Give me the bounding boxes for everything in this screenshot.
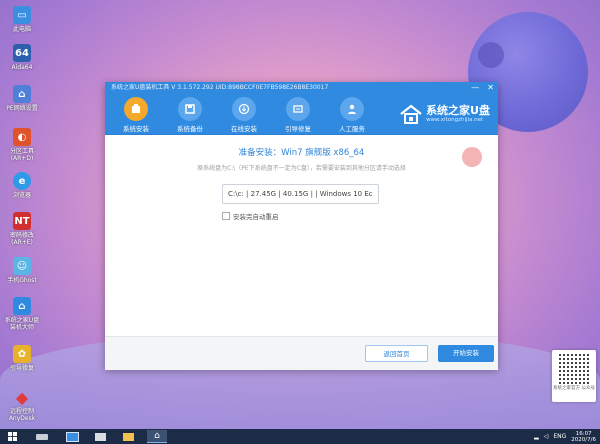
desktop-icon-computer[interactable]: ▭ 此电脑 xyxy=(2,6,42,33)
system-tray: ▂ ◁ ENG 16:07 2020/7/6 xyxy=(534,429,596,444)
desktop-icon-ghost[interactable]: ☺ 手机Ghost xyxy=(2,257,42,284)
desktop-icon-label: PE网络设置 xyxy=(6,105,38,112)
desktop-icon-label: 浏览器 xyxy=(12,192,31,199)
tab-label: 在线安装 xyxy=(231,125,257,133)
window-footer: 返回首页 开始安装 xyxy=(105,336,498,370)
browser-icon: e xyxy=(13,172,31,190)
auto-restart-checkbox[interactable]: 安装完自动重启 xyxy=(222,211,279,221)
backup-icon xyxy=(178,97,202,121)
checkbox-box[interactable] xyxy=(222,212,230,220)
window-title: 系统之家U盘装机工具 V 3.1.572.292 UID:898BCCF0E7F… xyxy=(111,84,329,91)
installer-icon: ⌂ xyxy=(13,297,31,315)
online-install-icon xyxy=(232,97,256,121)
taskbar: ⌂ ▂ ◁ ENG 16:07 2020/7/6 xyxy=(0,429,600,444)
desktop-icon-label: 引导修复 xyxy=(9,365,34,372)
desktop-icon-anydesk[interactable]: ◆ 远程控制 AnyDesk xyxy=(2,387,42,423)
drive-icon xyxy=(36,433,48,440)
boot-repair-icon: ✿ xyxy=(13,345,31,363)
minimize-button[interactable]: — xyxy=(471,82,479,94)
aida64-icon: 64 xyxy=(13,44,31,62)
install-heading: 准备安装：Win7 旗舰版 x86_64 xyxy=(238,148,365,158)
computer-icon xyxy=(65,431,79,442)
tab-label: 系统备份 xyxy=(177,125,203,133)
install-hint: 原系统盘为C:\（PE下系统盘不一定为C盘），若需要安装到其他分区请手动选择 xyxy=(197,165,406,172)
taskbar-tools-button[interactable] xyxy=(90,430,110,443)
ime-indicator[interactable]: ENG xyxy=(553,433,566,440)
anydesk-icon: ◆ xyxy=(15,387,29,407)
desktop-icon-installer[interactable]: ⌂ 系统之家U盘 装机大师 xyxy=(2,297,42,331)
close-button[interactable]: ✕ xyxy=(487,82,494,94)
qr-label: 系统之家官方 公众号 xyxy=(553,386,595,391)
tab-system-backup[interactable]: 系统备份 xyxy=(167,97,213,133)
clock-date: 2020/7/6 xyxy=(571,436,596,443)
window-titlebar[interactable]: 系统之家U盘装机工具 V 3.1.572.292 UID:898BCCF0E7F… xyxy=(105,82,498,94)
partition-select-value: C:\c: | 27.45G | 40.15G | | Windows 10 E… xyxy=(228,190,373,198)
tab-label: 引导修复 xyxy=(285,125,311,133)
main-toolbar: 系统安装 系统备份 在线安装 引导修复 人工服务 系统之家U盘 www.xito… xyxy=(105,94,498,135)
desktop-icon-label: 此电脑 xyxy=(12,26,31,33)
repair-icon xyxy=(286,97,310,121)
install-panel: 准备安装：Win7 旗舰版 x86_64 原系统盘为C:\（PE下系统盘不一定为… xyxy=(105,135,498,336)
taskbar-computer-button[interactable] xyxy=(62,430,82,443)
network-icon[interactable]: ▂ xyxy=(534,433,539,440)
installer-icon: ⌂ xyxy=(154,431,160,441)
qr-code-card: 系统之家官方 公众号 xyxy=(552,350,596,402)
desktop-icon-label: 远程控制 AnyDesk xyxy=(8,408,36,422)
tab-label: 系统安装 xyxy=(123,125,149,133)
desktop-icon-label: 手机Ghost xyxy=(7,277,37,284)
desktop-icon-aida64[interactable]: 64 Aida64 xyxy=(2,44,42,71)
desktop-icon-network[interactable]: ⌂ PE网络设置 xyxy=(2,85,42,112)
cursor-highlight xyxy=(462,147,482,167)
back-home-button[interactable]: 返回首页 xyxy=(365,345,428,362)
partition-select[interactable]: C:\c: | 27.45G | 40.15G | | Windows 10 E… xyxy=(222,184,379,204)
taskbar-installer-button[interactable]: ⌂ xyxy=(147,430,167,443)
desktop-icon-label: 分区工具 (AR+D) xyxy=(9,148,34,162)
partition-tool-icon: ◐ xyxy=(13,128,31,146)
start-button[interactable] xyxy=(2,430,22,443)
installer-window: 系统之家U盘装机工具 V 3.1.572.292 UID:898BCCF0E7F… xyxy=(105,82,498,370)
speaker-icon[interactable]: ◁ xyxy=(544,433,549,440)
tab-boot-repair[interactable]: 引导修复 xyxy=(275,97,321,133)
tools-icon xyxy=(94,432,106,441)
tab-manual-support[interactable]: 人工服务 xyxy=(329,97,375,133)
tab-online-install[interactable]: 在线安装 xyxy=(221,97,267,133)
computer-icon: ▭ xyxy=(13,6,31,24)
password-tool-icon: NT xyxy=(13,212,31,230)
network-settings-icon: ⌂ xyxy=(13,85,31,103)
desktop-icon-label: Aida64 xyxy=(11,64,33,71)
qr-code-icon xyxy=(559,354,589,384)
brand-logo: 系统之家U盘 www.xitongzhijia.net xyxy=(399,99,490,129)
clock[interactable]: 16:07 2020/7/6 xyxy=(571,431,596,443)
taskbar-drive-button[interactable] xyxy=(32,430,52,443)
desktop-icon-browser[interactable]: e 浏览器 xyxy=(2,172,42,199)
house-logo-icon xyxy=(400,104,422,124)
windows-logo-icon xyxy=(7,432,17,441)
desktop-icon-label: 密码修改 (AR+E) xyxy=(9,232,34,246)
brand-url: www.xitongzhijia.net xyxy=(426,117,484,123)
desktop-icon-password[interactable]: NT 密码修改 (AR+E) xyxy=(2,212,42,246)
brand-name: 系统之家U盘 xyxy=(426,104,490,117)
support-icon xyxy=(340,97,364,121)
ghost-icon: ☺ xyxy=(13,257,31,275)
chevron-down-icon: ⌄ xyxy=(367,190,373,198)
desktop-icon-label: 系统之家U盘 装机大师 xyxy=(4,317,40,331)
taskbar-folder-button[interactable] xyxy=(118,430,138,443)
start-install-button[interactable]: 开始安装 xyxy=(438,345,494,362)
tab-label: 人工服务 xyxy=(339,125,365,133)
install-icon xyxy=(124,97,148,121)
folder-icon xyxy=(122,432,134,441)
desktop-icon-boot-repair[interactable]: ✿ 引导修复 xyxy=(2,345,42,372)
tab-system-install[interactable]: 系统安装 xyxy=(113,97,159,133)
desktop-icon-partition[interactable]: ◐ 分区工具 (AR+D) xyxy=(2,128,42,162)
auto-restart-label: 安装完自动重启 xyxy=(233,213,279,221)
